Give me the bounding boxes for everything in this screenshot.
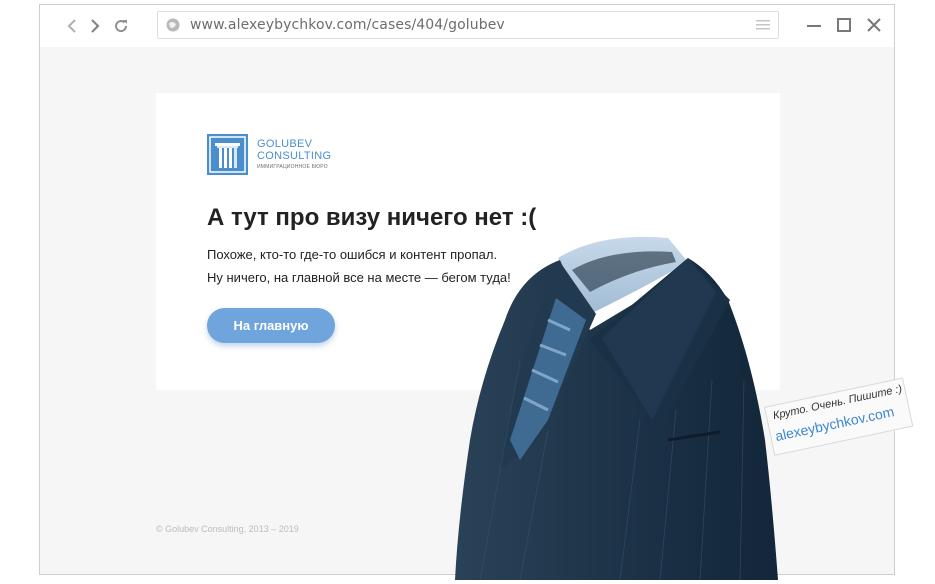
- close-icon[interactable]: [866, 17, 882, 33]
- url-text: www.alexeybychkov.com/cases/404/golubev: [190, 17, 505, 33]
- reload-icon: [115, 20, 128, 33]
- maximize-icon[interactable]: [836, 17, 852, 33]
- logo-name-line2: CONSULTING: [257, 150, 332, 162]
- reload-button[interactable]: [112, 17, 130, 35]
- logo-name: GOLUBEV CONSULTING: [257, 138, 331, 162]
- browser-window: www.alexeybychkov.com/cases/404/golubev: [39, 4, 895, 575]
- forward-button[interactable]: [86, 17, 104, 35]
- home-button[interactable]: На главную: [207, 308, 335, 343]
- browser-toolbar: www.alexeybychkov.com/cases/404/golubev: [40, 5, 894, 47]
- address-bar[interactable]: www.alexeybychkov.com/cases/404/golubev: [157, 11, 779, 39]
- column-logo-icon: [207, 134, 248, 175]
- chevron-left-icon: [67, 19, 76, 33]
- chevron-right-icon: [91, 19, 100, 33]
- back-button[interactable]: [63, 17, 81, 35]
- minimize-icon[interactable]: [806, 17, 822, 33]
- error-message-line2: Ну ничего, на главной все на месте — бег…: [207, 270, 511, 285]
- reader-menu-icon[interactable]: [756, 19, 770, 31]
- error-message-line1: Похоже, кто-то где-то ошибся и контент п…: [207, 247, 498, 262]
- page-title: А тут про визу ничего нет :(: [207, 204, 537, 231]
- logo-tagline: ИММИГРАЦИОННОЕ БЮРО: [257, 164, 328, 170]
- company-logo[interactable]: GOLUBEV CONSULTING ИММИГРАЦИОННОЕ БЮРО: [207, 134, 337, 176]
- page-viewport: GOLUBEV CONSULTING ИММИГРАЦИОННОЕ БЮРО А…: [40, 47, 894, 574]
- error-card: GOLUBEV CONSULTING ИММИГРАЦИОННОЕ БЮРО А…: [156, 93, 780, 390]
- logo-name-line1: GOLUBEV: [257, 138, 313, 150]
- globe-icon: [166, 18, 180, 32]
- copyright-text: © Golubev Consulting, 2013 – 2019: [156, 524, 299, 534]
